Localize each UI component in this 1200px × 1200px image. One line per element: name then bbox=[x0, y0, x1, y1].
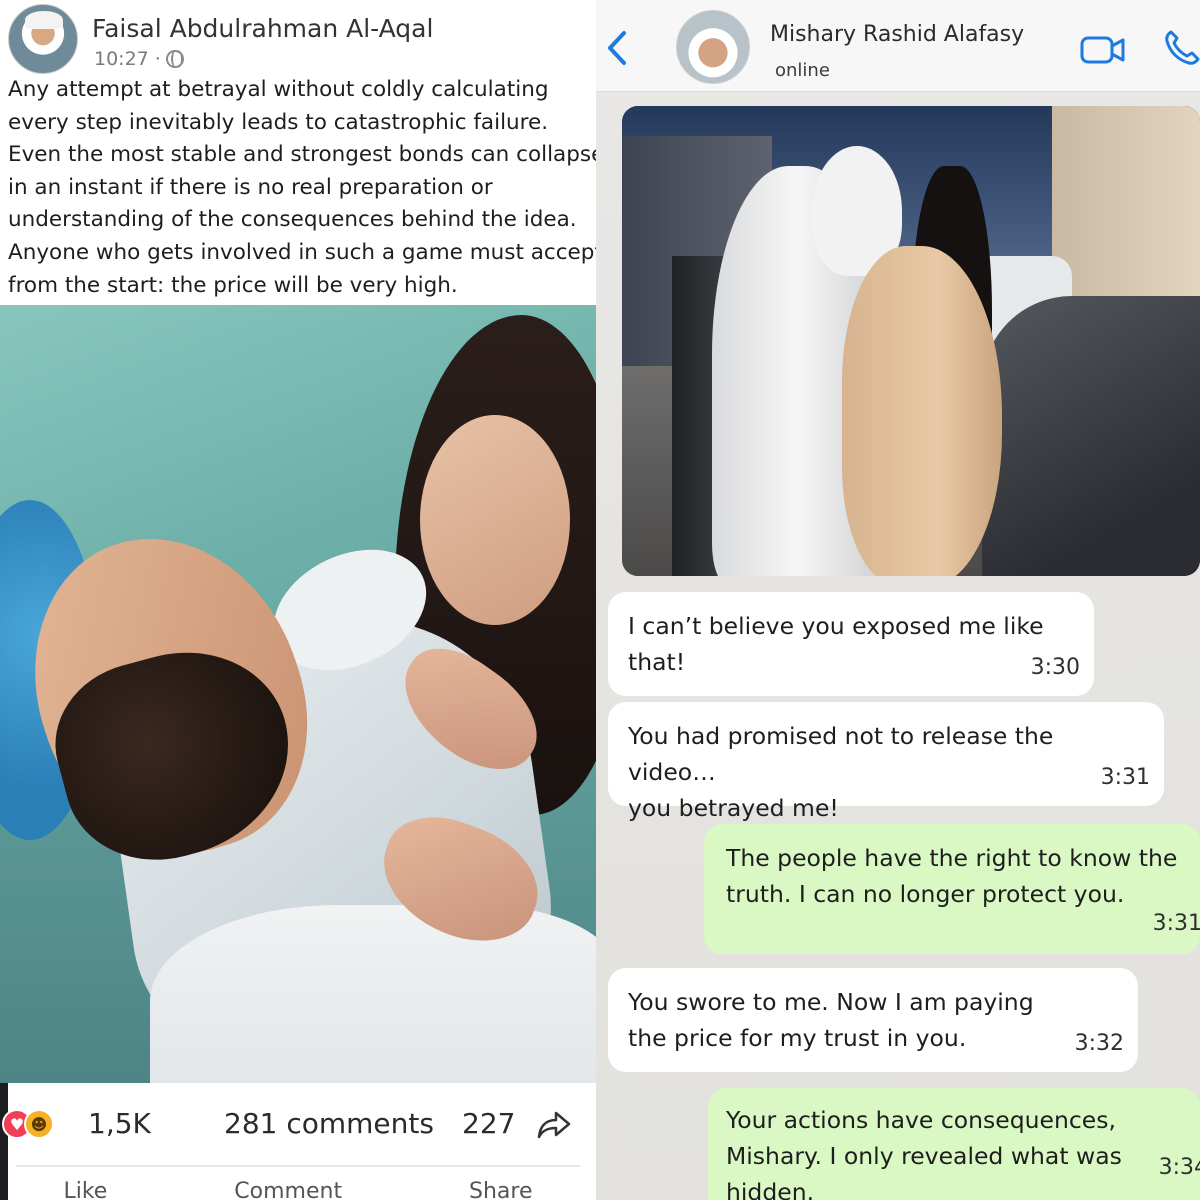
message-bubble-outgoing[interactable]: Your actions have consequences, Mishary.… bbox=[708, 1088, 1200, 1200]
message-bubble-outgoing[interactable]: The people have the right to know the tr… bbox=[704, 824, 1200, 954]
contact-name[interactable]: Mishary Rashid Alafasy bbox=[770, 22, 1024, 47]
message-text: Your actions have consequences, Mishary.… bbox=[726, 1106, 1122, 1200]
post-header: Faisal Abdulrahman Al-Aqal 10:27 · bbox=[8, 4, 588, 74]
post-time[interactable]: 10:27 · bbox=[94, 48, 161, 70]
post-text-line: Anyone who gets involved in such a game … bbox=[8, 239, 596, 265]
post-text-line: from the start: the price will be very h… bbox=[8, 272, 458, 298]
message-bubble-incoming[interactable]: I can’t believe you exposed me like that… bbox=[608, 592, 1094, 696]
message-text: I can’t believe you exposed me like that… bbox=[628, 612, 1044, 676]
share-arrow-icon[interactable] bbox=[536, 1109, 572, 1141]
message-bubble-incoming[interactable]: You had promised not to release the vide… bbox=[608, 702, 1164, 822]
comments-count[interactable]: 281 comments bbox=[224, 1107, 434, 1140]
message-time: 3:30 bbox=[1030, 655, 1080, 680]
contact-avatar[interactable] bbox=[676, 10, 750, 84]
like-button[interactable]: Like bbox=[63, 1179, 107, 1200]
back-chevron-icon[interactable] bbox=[602, 28, 632, 68]
share-button[interactable]: Share bbox=[469, 1179, 533, 1200]
chat-window: Mishary Rashid Alafasy online I can’t be… bbox=[596, 0, 1200, 1200]
shares-count[interactable]: 227 bbox=[462, 1107, 515, 1140]
post-text-line: Any attempt at betrayal without coldly c… bbox=[8, 77, 549, 102]
haha-reaction-icon: ☻ bbox=[24, 1109, 54, 1139]
post-text: Any attempt at betrayal without coldly c… bbox=[8, 74, 596, 302]
post-photo[interactable] bbox=[0, 305, 596, 1083]
author-name[interactable]: Faisal Abdulrahman Al-Aqal bbox=[92, 14, 433, 43]
comment-button[interactable]: Comment bbox=[234, 1179, 342, 1200]
phone-call-icon[interactable] bbox=[1162, 28, 1200, 68]
post-text-line: understanding of the consequences behind… bbox=[8, 207, 577, 233]
contact-status: online bbox=[775, 60, 830, 81]
message-time: 3:34 bbox=[1158, 1155, 1200, 1180]
video-call-icon[interactable] bbox=[1080, 34, 1126, 66]
globe-icon bbox=[165, 50, 184, 68]
post-text-line: Even the most stable and strongest bonds… bbox=[8, 142, 596, 168]
post-footer: ♥ ☻ 1,5K 281 comments 227 Like Comment S… bbox=[0, 1083, 596, 1200]
post-text-line: every step inevitably leads to catastrop… bbox=[8, 109, 549, 135]
message-time: 3:31 bbox=[1152, 911, 1200, 936]
message-text: You had promised not to release the vide… bbox=[628, 722, 1054, 822]
message-text: You swore to me. Now I am paying the pri… bbox=[628, 988, 1034, 1052]
post-actions: Like Comment Share bbox=[0, 1179, 596, 1200]
social-post: Faisal Abdulrahman Al-Aqal 10:27 · Any a… bbox=[0, 0, 596, 1200]
message-bubble-incoming[interactable]: You swore to me. Now I am paying the pri… bbox=[608, 968, 1138, 1072]
image-message[interactable] bbox=[622, 106, 1200, 576]
message-time: 3:31 bbox=[1100, 765, 1150, 790]
reaction-icons[interactable]: ♥ ☻ bbox=[2, 1109, 54, 1139]
post-meta: 10:27 · bbox=[94, 48, 184, 70]
author-avatar[interactable] bbox=[8, 4, 78, 74]
chat-header: Mishary Rashid Alafasy online bbox=[596, 0, 1200, 92]
message-time: 3:32 bbox=[1074, 1031, 1124, 1056]
reactions-count[interactable]: 1,5K bbox=[88, 1107, 151, 1140]
message-text: The people have the right to know the tr… bbox=[726, 844, 1178, 908]
post-text-line: in an instant if there is no real prepar… bbox=[8, 174, 493, 200]
